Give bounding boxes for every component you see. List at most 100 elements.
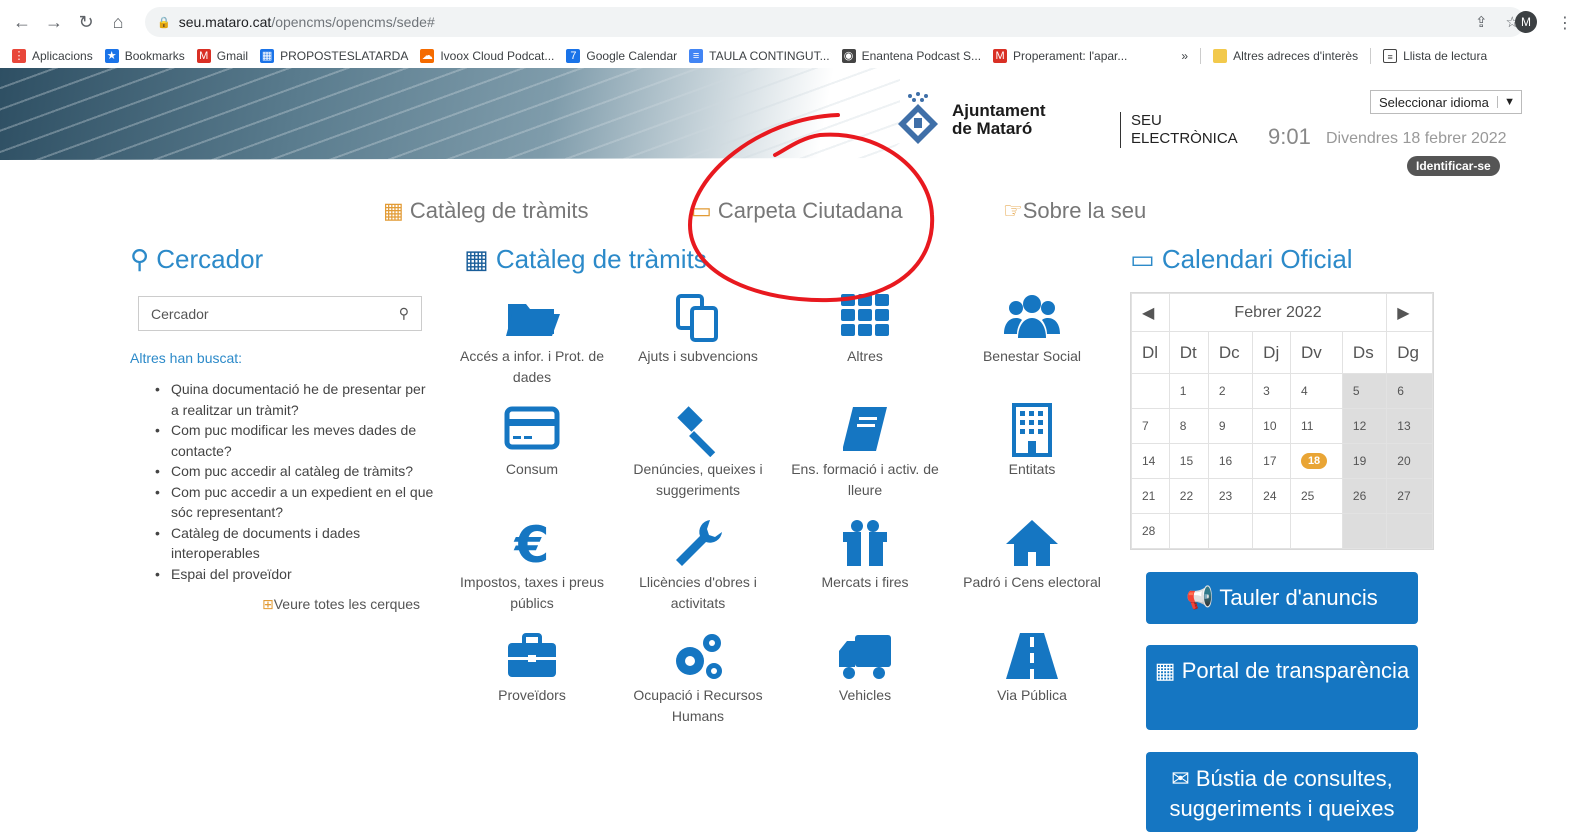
bookmark-favicon-icon: ⋮ (12, 49, 26, 63)
search-icon[interactable]: ⚲ (399, 305, 409, 322)
catalog-tile-label: Consum (505, 461, 559, 477)
popular-search-item[interactable]: Espai del proveïdor (155, 564, 435, 585)
bookmark-item[interactable]: ☁ Ivoox Cloud Podcat... (420, 49, 554, 63)
calendar-day[interactable]: 9 (1207, 408, 1254, 444)
catalog-tile[interactable]: Consum (452, 401, 612, 480)
calendar-day[interactable]: 6 (1386, 373, 1433, 409)
bookmark-favicon-icon: M (993, 49, 1008, 63)
catalog-tile[interactable]: Padró i Cens electoral (952, 514, 1112, 593)
profile-avatar[interactable]: M (1515, 11, 1537, 33)
notice-board-button[interactable]: 📢 Tauler d'anuncis (1146, 572, 1418, 624)
catalog-tile[interactable]: Proveïdors (452, 627, 612, 706)
bookmark-item[interactable]: M Gmail (196, 49, 248, 63)
catalog-tile[interactable]: Mercats i fires (785, 514, 945, 593)
calendar-day (1168, 513, 1209, 549)
calendar-day[interactable]: 23 (1207, 478, 1254, 514)
calendar-day[interactable]: 4 (1289, 373, 1343, 409)
reading-list-button[interactable]: ≡ Llista de lectura (1383, 49, 1487, 63)
calendar-day[interactable]: 26 (1341, 478, 1388, 514)
popular-search-item[interactable]: Com puc accedir a un expedient en el que… (155, 482, 435, 523)
calendar-day[interactable]: 1 (1168, 373, 1209, 409)
calendar-day[interactable]: 20 (1386, 443, 1433, 479)
login-button[interactable]: Identificar-se (1407, 156, 1500, 176)
mailbox-button[interactable]: ✉ Bústia de consultes, suggeriments i qu… (1146, 752, 1418, 832)
bookmark-item[interactable]: ★ Bookmarks (104, 49, 185, 63)
prev-month-icon[interactable]: ◀ (1131, 293, 1170, 332)
language-select[interactable]: Seleccionar idioma ▼ (1370, 90, 1522, 114)
calendar-day[interactable]: 24 (1252, 478, 1291, 514)
address-bar[interactable]: 🔒 seu.mataro.cat/opencms/opencms/sede# ⇪… (145, 7, 1525, 37)
reading-list-icon: ≡ (1383, 49, 1398, 63)
calendar-day[interactable]: 5 (1341, 373, 1388, 409)
home-icon[interactable]: ⌂ (102, 12, 134, 33)
mailbox-label: Bústia de consultes, suggeriments i quei… (1169, 766, 1395, 821)
calendar-day[interactable]: 18 (1289, 443, 1343, 479)
today-badge[interactable]: 18 (1300, 453, 1328, 469)
catalog-tile[interactable]: € Impostos, taxes i preus públics (452, 514, 612, 614)
see-all-searches-link[interactable]: ⊞Veure totes les cerques (262, 596, 420, 613)
other-bookmarks-folder[interactable]: Altres adreces d'interès (1213, 49, 1358, 63)
calendar-day[interactable]: 2 (1207, 373, 1254, 409)
catalog-tile[interactable]: Entitats (952, 401, 1112, 480)
catalog-tile[interactable]: Benestar Social (952, 288, 1112, 367)
popular-search-item[interactable]: Com puc modificar les meves dades de con… (155, 420, 435, 461)
bookmark-item[interactable]: M Properament: l'apar... (993, 49, 1127, 63)
weekday-header: Dj (1252, 331, 1291, 374)
catalog-tile[interactable]: Llicències d'obres i activitats (618, 514, 778, 614)
catalog-tile[interactable]: Ocupació i Recursos Humans (618, 627, 778, 727)
calendar-day[interactable]: 13 (1386, 408, 1433, 444)
bookmarks-overflow-button[interactable]: » (1181, 49, 1188, 63)
calendar-day[interactable]: 19 (1341, 443, 1388, 479)
calendar-day[interactable]: 16 (1207, 443, 1254, 479)
search-input[interactable]: Cercador ⚲ (138, 296, 422, 331)
catalog-tile[interactable]: Denúncies, queixes i suggeriments (618, 401, 778, 501)
catalog-tile-label: Denúncies, queixes i suggeriments (633, 461, 763, 498)
calendar-day[interactable]: 12 (1341, 408, 1388, 444)
bookmark-item[interactable]: ◉ Enantena Podcast S... (841, 49, 981, 63)
menu-icon[interactable]: ⋮ (1557, 13, 1573, 33)
catalog-tile[interactable]: Vehicles (785, 627, 945, 706)
reload-icon[interactable]: ↻ (70, 12, 102, 33)
next-month-icon[interactable]: ▶ (1386, 293, 1433, 332)
catalog-tile[interactable]: Accés a infor. i Prot. de dades (452, 288, 612, 388)
back-icon[interactable]: ← (6, 12, 38, 33)
calendar-day[interactable]: 7 (1131, 408, 1170, 444)
calendar-day[interactable]: 8 (1168, 408, 1209, 444)
bookmark-item[interactable]: 7 Google Calendar (566, 49, 677, 63)
calendar-day[interactable]: 25 (1289, 478, 1343, 514)
calendar-day[interactable]: 14 (1131, 443, 1170, 479)
popular-search-item[interactable]: Quina documentació he de presentar per a… (155, 379, 435, 420)
official-calendar: ◀ Febrer 2022 ▶ Dl Dt Dc Dj Dv Ds Dg 123456789… (1130, 292, 1434, 550)
calendar-day[interactable]: 11 (1289, 408, 1343, 444)
reading-list-label: Llista de lectura (1403, 49, 1488, 63)
calendar-day[interactable]: 21 (1131, 478, 1170, 514)
bookmark-label: Aplicacions (32, 49, 93, 63)
catalog-tile[interactable]: Ajuts i subvencions (618, 288, 778, 367)
forward-icon[interactable]: → (38, 12, 70, 33)
nav-tramits[interactable]: ▦ Catàleg de tràmits (383, 198, 588, 224)
bookmark-item[interactable]: ≡ TAULA CONTINGUT... (689, 49, 830, 63)
bookmark-item[interactable]: ▦ PROPOSTESLATARDA (260, 49, 408, 63)
calendar-day[interactable]: 27 (1386, 478, 1433, 514)
bookmark-favicon-icon: ◉ (841, 49, 856, 63)
calendar-day[interactable]: 17 (1252, 443, 1291, 479)
popular-search-item[interactable]: Catàleg de documents i dades interoperab… (155, 523, 435, 564)
catalog-tile[interactable]: Via Pública (952, 627, 1112, 706)
calendar-day[interactable]: 15 (1168, 443, 1209, 479)
svg-text:€: € (514, 516, 550, 570)
share-icon[interactable]: ⇪ (1475, 13, 1488, 31)
calendar-day[interactable]: 10 (1252, 408, 1291, 444)
calendar-day[interactable]: 22 (1168, 478, 1209, 514)
nav-sobre-seu[interactable]: ☞Sobre la seu (1003, 198, 1146, 224)
catalog-tile[interactable]: Ens. formació i activ. de lleure (785, 401, 945, 501)
calendar-day[interactable]: 3 (1252, 373, 1291, 409)
popular-search-item[interactable]: Com puc accedir al catàleg de tràmits? (155, 461, 435, 482)
current-date: Divendres 18 febrer 2022 (1326, 130, 1507, 147)
nav-carpeta-ciutadana[interactable]: ▭ Carpeta Ciutadana (691, 198, 903, 224)
bookmark-item[interactable]: ⋮ Aplicacions (12, 49, 93, 63)
transparency-portal-button[interactable]: ▦ Portal de transparència (1146, 645, 1418, 730)
calendar-day[interactable]: 28 (1131, 513, 1170, 549)
catalog-tile[interactable]: Altres (785, 288, 945, 367)
site-header: Ajuntament de Mataró SEU ELECTRÒNICA Sel… (0, 68, 1575, 188)
site-logo[interactable]: Ajuntament de Mataró (888, 90, 1046, 150)
